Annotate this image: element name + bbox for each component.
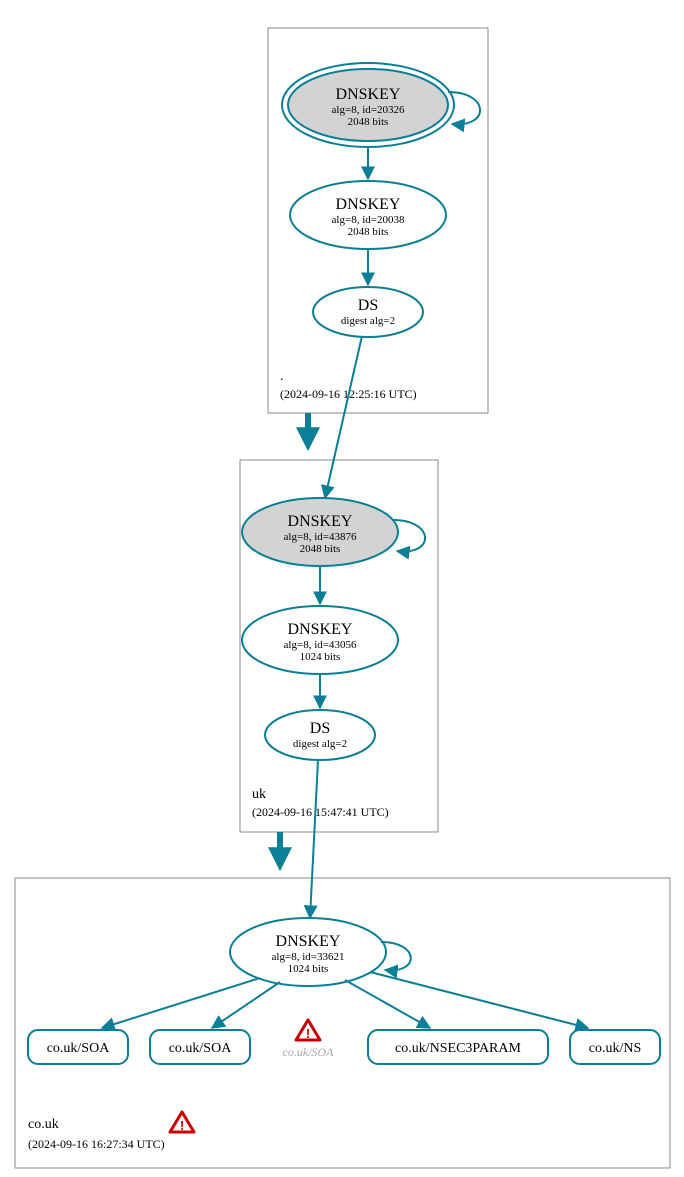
node-couk-soa-warn: ! co.uk/SOA — [283, 1020, 335, 1059]
node-couk-zsk: DNSKEY alg=8, id=33621 1024 bits — [230, 918, 386, 986]
node-uk-ksk: DNSKEY alg=8, id=43876 2048 bits — [242, 498, 398, 566]
couk-soa-warn-label: co.uk/SOA — [283, 1045, 335, 1059]
couk-zsk-line1: alg=8, id=33621 — [272, 951, 345, 963]
couk-nsec3-label: co.uk/NSEC3PARAM — [395, 1041, 521, 1056]
warning-icon: ! — [296, 1020, 320, 1041]
uk-ds-line1: digest alg=2 — [293, 738, 347, 750]
zone-couk-label: co.uk — [28, 1117, 59, 1132]
node-uk-zsk: DNSKEY alg=8, id=43056 1024 bits — [242, 606, 398, 674]
edge-ds-couk-zsk — [310, 760, 318, 918]
uk-zsk-line1: alg=8, id=43056 — [284, 639, 357, 651]
edge-couk-zsk-nsec3 — [345, 980, 430, 1028]
root-ds-line1: digest alg=2 — [341, 315, 395, 327]
root-ksk-line2: 2048 bits — [348, 116, 389, 128]
couk-soa-1-label: co.uk/SOA — [47, 1041, 111, 1056]
node-root-ds: DS digest alg=2 — [313, 287, 423, 337]
uk-zsk-title: DNSKEY — [288, 621, 353, 638]
uk-zsk-line2: 1024 bits — [300, 651, 341, 663]
couk-zsk-title: DNSKEY — [276, 933, 341, 950]
node-couk-nsec3param: co.uk/NSEC3PARAM — [368, 1030, 548, 1064]
couk-ns-label: co.uk/NS — [589, 1041, 642, 1056]
node-uk-ds: DS digest alg=2 — [265, 710, 375, 760]
node-couk-soa-1: co.uk/SOA — [28, 1030, 128, 1064]
dnssec-diagram: DNSKEY alg=8, id=20326 2048 bits DNSKEY … — [0, 0, 684, 1177]
edge-ds-uk-ksk — [325, 336, 362, 498]
edge-couk-zsk-ns — [370, 972, 588, 1028]
root-zsk-line2: 2048 bits — [348, 226, 389, 238]
edge-couk-zsk-soa1 — [102, 978, 260, 1028]
zone-uk-time: (2024-09-16 15:47:41 UTC) — [252, 805, 389, 819]
couk-zsk-line2: 1024 bits — [288, 963, 329, 975]
couk-soa-2-label: co.uk/SOA — [169, 1041, 233, 1056]
edge-couk-zsk-soa2 — [212, 982, 280, 1028]
zone-uk-label: uk — [252, 787, 266, 802]
node-root-zsk: DNSKEY alg=8, id=20038 2048 bits — [290, 181, 446, 249]
root-zsk-title: DNSKEY — [336, 196, 401, 213]
zone-root-label: . — [280, 369, 284, 384]
root-zsk-line1: alg=8, id=20038 — [332, 214, 405, 226]
node-couk-soa-2: co.uk/SOA — [150, 1030, 250, 1064]
root-ksk-title: DNSKEY — [336, 86, 401, 103]
node-root-ksk: DNSKEY alg=8, id=20326 2048 bits — [282, 63, 454, 147]
svg-text:!: ! — [306, 1026, 310, 1041]
uk-ds-title: DS — [310, 720, 330, 737]
zone-couk-time: (2024-09-16 16:27:34 UTC) — [28, 1137, 165, 1151]
uk-ksk-title: DNSKEY — [288, 513, 353, 530]
zone-couk-warning-icon: ! — [170, 1112, 194, 1133]
root-ksk-line1: alg=8, id=20326 — [332, 104, 405, 116]
uk-ksk-line1: alg=8, id=43876 — [284, 531, 357, 543]
root-ds-title: DS — [358, 297, 378, 314]
node-couk-ns: co.uk/NS — [570, 1030, 660, 1064]
svg-text:!: ! — [180, 1118, 184, 1133]
uk-ksk-line2: 2048 bits — [300, 543, 341, 555]
